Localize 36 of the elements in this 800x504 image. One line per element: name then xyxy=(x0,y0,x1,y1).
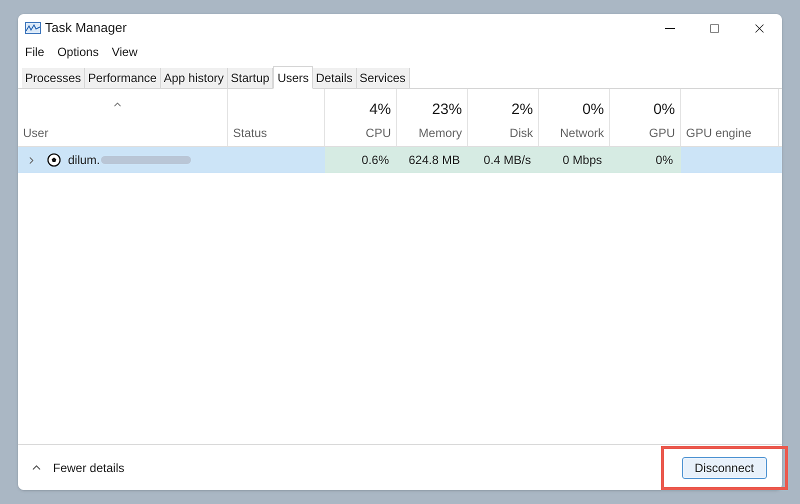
column-header[interactable]: GPU xyxy=(648,124,675,142)
tab[interactable]: Services xyxy=(356,68,410,88)
table-cell-text: 0.4 MB/s xyxy=(484,152,531,169)
menu-item[interactable]: View xyxy=(112,43,138,61)
column-header[interactable]: CPU xyxy=(366,124,391,142)
disconnect-button[interactable]: Disconnect xyxy=(682,456,767,478)
tab[interactable]: Startup xyxy=(228,68,274,88)
table-cell-text: 0.6% xyxy=(362,152,389,169)
user-row[interactable]: dilum. 0.6% 624.8 MB 0.4 MB/s 0 Mbps 0% xyxy=(18,147,782,173)
usage-total: 23% xyxy=(432,100,462,120)
column-header[interactable]: Network xyxy=(560,124,604,142)
table-cell-text: 0% xyxy=(656,152,673,169)
user-name: dilum. xyxy=(68,152,100,169)
tab[interactable]: Details xyxy=(312,68,356,88)
soccer-ball-icon xyxy=(47,153,61,167)
usage-total: 0% xyxy=(582,100,604,120)
column-header[interactable]: Status xyxy=(233,124,268,142)
menu-item[interactable]: File xyxy=(25,43,44,61)
fewer-details-button[interactable]: Fewer details xyxy=(30,458,124,476)
column-header[interactable]: GPU engine xyxy=(686,124,752,142)
tab[interactable]: Users xyxy=(273,66,313,89)
column-header[interactable]: Disk xyxy=(510,124,533,142)
table-cell-text: 0 Mbps xyxy=(562,152,602,169)
usage-total: 2% xyxy=(511,100,533,120)
usage-total: 4% xyxy=(369,100,391,120)
table-cell-text: 624.8 MB xyxy=(408,152,460,169)
column-header[interactable]: Memory xyxy=(418,124,462,142)
window-title: Task Manager xyxy=(45,19,127,38)
tab[interactable]: Performance xyxy=(85,68,161,88)
tab[interactable]: Processes xyxy=(22,68,86,88)
maximize-icon xyxy=(709,22,720,34)
tab[interactable]: App history xyxy=(160,68,228,88)
usage-total: 0% xyxy=(653,100,675,120)
chart-icon xyxy=(25,22,41,34)
column-header[interactable]: User xyxy=(23,124,48,142)
menu-item[interactable]: Options xyxy=(57,43,99,61)
